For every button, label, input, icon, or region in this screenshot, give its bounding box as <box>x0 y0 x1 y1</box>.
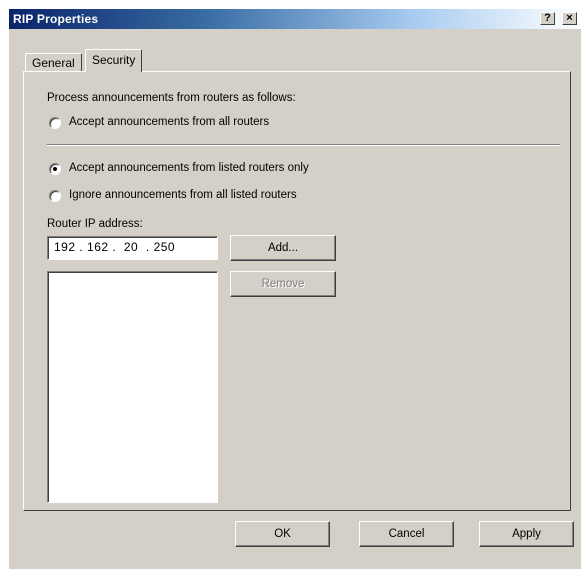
tab-general-label: General <box>32 56 75 70</box>
ok-button-label: OK <box>274 528 291 540</box>
tab-security[interactable]: Security <box>85 49 143 72</box>
radio-accept-listed[interactable] <box>49 163 61 175</box>
radio-accept-all-label[interactable]: Accept announcements from all routers <box>69 116 269 128</box>
process-announcements-label: Process announcements from routers as fo… <box>47 92 296 104</box>
radio-selected-dot <box>53 167 57 171</box>
router-list[interactable] <box>47 271 218 503</box>
tab-security-label: Security <box>92 53 136 67</box>
separator <box>47 144 560 146</box>
radio-ignore-listed[interactable] <box>49 190 61 202</box>
radio-accept-listed-label[interactable]: Accept announcements from listed routers… <box>69 162 309 174</box>
radio-ignore-listed-label[interactable]: Ignore announcements from all listed rou… <box>69 189 297 201</box>
add-button[interactable]: Add... <box>230 235 336 261</box>
security-tab-panel: Process announcements from routers as fo… <box>23 71 571 511</box>
radio-accept-all[interactable] <box>49 117 61 129</box>
close-icon: × <box>566 12 573 24</box>
apply-button-label: Apply <box>512 528 541 540</box>
add-button-label: Add... <box>267 242 299 254</box>
cancel-button-label: Cancel <box>388 528 425 540</box>
router-ip-address-input[interactable]: 192 . 162 . 20 . 250 <box>47 236 218 260</box>
window-title: RIP Properties <box>13 12 99 26</box>
router-ip-address-label: Router IP address: <box>47 218 143 230</box>
remove-button-label: Remove <box>261 278 305 290</box>
apply-button[interactable]: Apply <box>479 521 574 547</box>
cancel-button[interactable]: Cancel <box>359 521 454 547</box>
help-icon: ? <box>544 12 551 24</box>
help-button[interactable]: ? <box>540 12 555 25</box>
ok-button[interactable]: OK <box>235 521 330 547</box>
close-button[interactable]: × <box>562 12 577 25</box>
rip-properties-dialog: RIP Properties ? × General Security Proc… <box>8 8 581 569</box>
remove-button[interactable]: Remove <box>230 271 336 297</box>
title-bar[interactable]: RIP Properties ? × <box>9 9 581 29</box>
tab-general[interactable]: General <box>25 53 82 73</box>
